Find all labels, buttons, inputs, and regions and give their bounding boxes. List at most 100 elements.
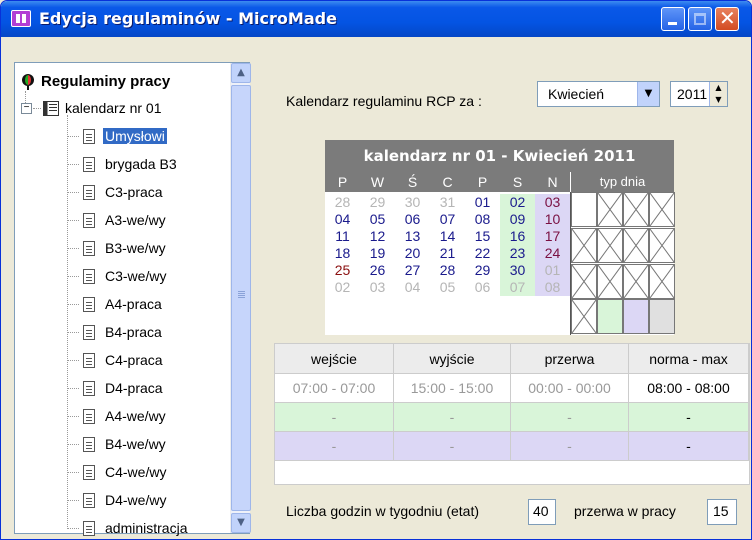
- tree-item[interactable]: C4-we/wy: [67, 459, 227, 487]
- unset-day-type-cell[interactable]: [649, 192, 675, 227]
- tree-item[interactable]: C3-we/wy: [67, 263, 227, 291]
- scroll-down-button[interactable]: ▼: [231, 513, 251, 533]
- close-button[interactable]: ✕: [715, 6, 739, 31]
- calendar-day[interactable]: 28: [325, 194, 360, 211]
- minimize-button[interactable]: [661, 7, 685, 31]
- calendar-day[interactable]: 04: [325, 211, 360, 228]
- calendar-day[interactable]: 12: [360, 228, 395, 245]
- calendar-day[interactable]: 08: [465, 211, 500, 228]
- calendar-day[interactable]: 13: [395, 228, 430, 245]
- schedule-cell[interactable]: -: [394, 432, 511, 461]
- schedule-cell[interactable]: -: [275, 403, 394, 432]
- calendar-day[interactable]: 08: [535, 279, 570, 296]
- unset-day-type-cell[interactable]: [571, 263, 597, 299]
- calendar-day[interactable]: 21: [430, 245, 465, 262]
- calendar-day[interactable]: 02: [325, 279, 360, 296]
- regulations-tree[interactable]: Regulaminy pracy − kalendarz nr 01 Umysł…: [14, 62, 251, 536]
- title-bar[interactable]: Edycja regulaminów - MicroMade ✕: [1, 1, 751, 37]
- calendar-day[interactable]: 04: [395, 279, 430, 296]
- calendar-day[interactable]: 11: [325, 228, 360, 245]
- dropdown-arrow-icon[interactable]: ▼: [637, 82, 659, 106]
- calendar-day[interactable]: 30: [395, 194, 430, 211]
- spin-up-icon[interactable]: ▲: [710, 82, 727, 94]
- unset-day-type-cell[interactable]: [649, 227, 675, 263]
- unset-day-type-cell[interactable]: [597, 263, 623, 299]
- year-spin-buttons[interactable]: ▲ ▼: [709, 82, 727, 106]
- collapse-icon[interactable]: −: [21, 103, 32, 114]
- tree-item[interactable]: C3-praca: [67, 179, 227, 207]
- calendar-day[interactable]: 31: [430, 194, 465, 211]
- tree-node-calendar[interactable]: − kalendarz nr 01: [19, 95, 219, 123]
- calendar-day[interactable]: 03: [360, 279, 395, 296]
- maximize-button[interactable]: [688, 7, 712, 31]
- calendar-day[interactable]: 22: [465, 245, 500, 262]
- day-type-swatch[interactable]: [571, 192, 597, 227]
- calendar-day[interactable]: 23: [500, 245, 535, 262]
- calendar-day[interactable]: 15: [465, 228, 500, 245]
- calendar-day[interactable]: 20: [395, 245, 430, 262]
- year-spinner[interactable]: 2011 ▲ ▼: [670, 81, 728, 107]
- unset-day-type-cell[interactable]: [597, 227, 623, 263]
- calendar-day[interactable]: 02: [500, 194, 535, 211]
- calendar-day[interactable]: 19: [360, 245, 395, 262]
- spin-down-icon[interactable]: ▼: [710, 94, 727, 106]
- tree-item[interactable]: brygada B3: [67, 151, 227, 179]
- calendar-day[interactable]: 10: [535, 211, 570, 228]
- schedule-cell[interactable]: -: [394, 403, 511, 432]
- calendar-day[interactable]: 07: [430, 211, 465, 228]
- calendar-day[interactable]: 25: [325, 262, 360, 279]
- schedule-cell[interactable]: 00:00 - 00:00: [511, 374, 629, 403]
- day-type-swatch[interactable]: [597, 299, 623, 335]
- calendar-day[interactable]: 09: [500, 211, 535, 228]
- calendar-day[interactable]: 26: [360, 262, 395, 279]
- tree-item[interactable]: B4-we/wy: [67, 431, 227, 459]
- unset-day-type-cell[interactable]: [571, 299, 597, 335]
- tree-item[interactable]: B4-praca: [67, 319, 227, 347]
- calendar-day[interactable]: 16: [500, 228, 535, 245]
- tree-item[interactable]: A3-we/wy: [67, 207, 227, 235]
- unset-day-type-cell[interactable]: [623, 227, 649, 263]
- calendar-day[interactable]: 28: [430, 262, 465, 279]
- scroll-up-button[interactable]: ▲: [231, 63, 251, 83]
- calendar-day[interactable]: 30: [500, 262, 535, 279]
- day-type-swatch[interactable]: [623, 299, 649, 335]
- schedule-cell[interactable]: -: [511, 432, 629, 461]
- month-select[interactable]: Kwiecień ▼: [537, 81, 660, 107]
- calendar-day[interactable]: 05: [360, 211, 395, 228]
- calendar-day[interactable]: 29: [360, 194, 395, 211]
- tree-item[interactable]: A4-praca: [67, 291, 227, 319]
- schedule-cell[interactable]: 07:00 - 07:00: [275, 374, 394, 403]
- schedule-cell[interactable]: -: [629, 403, 749, 432]
- unset-day-type-cell[interactable]: [571, 227, 597, 263]
- tree-item[interactable]: B3-we/wy: [67, 235, 227, 263]
- calendar-day[interactable]: 06: [465, 279, 500, 296]
- calendar-day[interactable]: 01: [465, 194, 500, 211]
- schedule-cell[interactable]: 08:00 - 08:00: [629, 374, 749, 403]
- scroll-thumb[interactable]: [231, 85, 251, 511]
- schedule-cell[interactable]: -: [511, 403, 629, 432]
- schedule-cell[interactable]: 15:00 - 15:00: [394, 374, 511, 403]
- tree-item[interactable]: Umysłowi: [67, 123, 227, 151]
- calendar-day[interactable]: 01: [535, 262, 570, 279]
- tree-item[interactable]: A4-we/wy: [67, 403, 227, 431]
- calendar-day[interactable]: 06: [395, 211, 430, 228]
- calendar-day[interactable]: 24: [535, 245, 570, 262]
- day-type-grid[interactable]: [570, 192, 675, 335]
- calendar-day[interactable]: 27: [395, 262, 430, 279]
- unset-day-type-cell[interactable]: [649, 263, 675, 299]
- calendar-day[interactable]: 05: [430, 279, 465, 296]
- unset-day-type-cell[interactable]: [623, 263, 649, 299]
- tree-item[interactable]: D4-praca: [67, 375, 227, 403]
- weekly-hours-input[interactable]: 40: [528, 499, 556, 525]
- calendar-day[interactable]: 14: [430, 228, 465, 245]
- calendar-day[interactable]: 18: [325, 245, 360, 262]
- calendar-day[interactable]: 03: [535, 194, 570, 211]
- calendar-day[interactable]: 07: [500, 279, 535, 296]
- tree-scrollbar[interactable]: ▲ ▼: [230, 63, 251, 533]
- calendar-day[interactable]: 17: [535, 228, 570, 245]
- calendar-day[interactable]: 29: [465, 262, 500, 279]
- tree-item[interactable]: C4-praca: [67, 347, 227, 375]
- tree-item[interactable]: administracja: [67, 515, 227, 539]
- schedule-cell[interactable]: -: [275, 432, 394, 461]
- tree-item[interactable]: D4-we/wy: [67, 487, 227, 515]
